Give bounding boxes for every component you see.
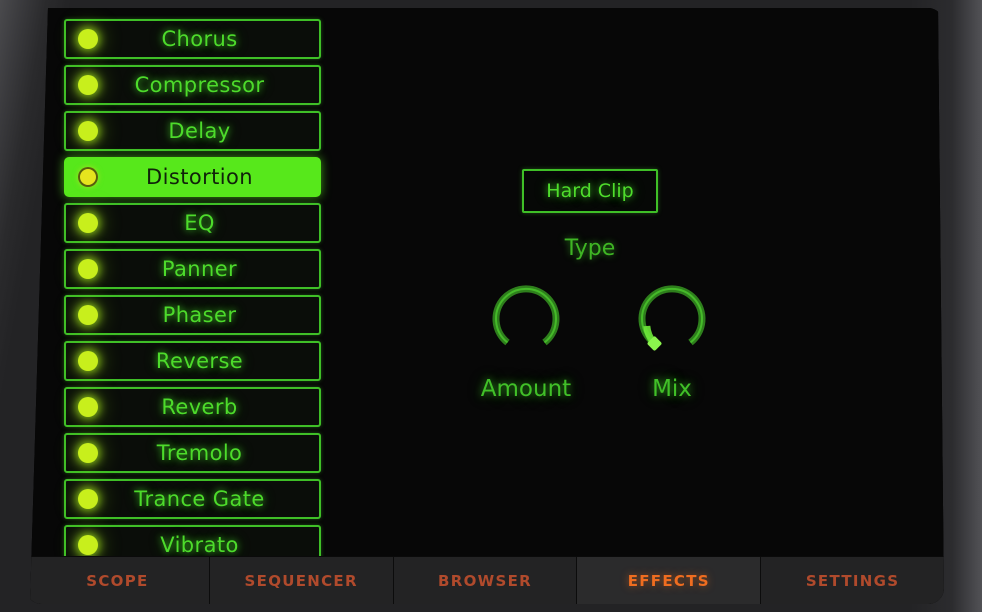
effects-list: Chorus Compressor Delay Distortion EQ Panner P… [64, 19, 321, 571]
knob-group-mix: Mix [612, 280, 732, 402]
effect-item-label: Trance Gate [134, 487, 265, 511]
tab-browser[interactable]: BROWSER [393, 557, 578, 604]
effect-item-label: Panner [161, 257, 238, 281]
effect-led-icon [78, 29, 98, 49]
effect-led-icon [78, 213, 98, 233]
parameter-panel: Hard Clip Type Amount Mix [356, 8, 944, 550]
tab-label: SCOPE [86, 571, 149, 590]
amount-knob[interactable] [486, 280, 566, 360]
effect-led-icon [78, 305, 98, 325]
effect-led-icon [78, 259, 98, 279]
tab-label: EFFECTS [627, 571, 710, 590]
effect-item-label: Delay [168, 119, 231, 143]
effect-led-icon [78, 351, 98, 371]
effect-led-icon [78, 489, 98, 509]
effect-led-icon [78, 121, 98, 141]
tab-sequencer[interactable]: SEQUENCER [209, 557, 394, 604]
effect-item-reverb[interactable]: Reverb [64, 387, 321, 427]
tab-scope[interactable]: SCOPE [30, 557, 210, 604]
device-bezel: Chorus Compressor Delay Distortion EQ Panner P… [0, 0, 982, 612]
mix-knob-label: Mix [652, 376, 692, 402]
screen-content: Chorus Compressor Delay Distortion EQ Panner P… [30, 8, 944, 604]
device-screen: Chorus Compressor Delay Distortion EQ Panner P… [30, 8, 944, 604]
effect-item-eq[interactable]: EQ [64, 203, 321, 243]
effect-item-chorus[interactable]: Chorus [64, 19, 321, 59]
tab-label: SETTINGS [805, 571, 900, 590]
type-select-button[interactable]: Hard Clip [522, 169, 658, 213]
effect-led-icon [78, 75, 98, 95]
effect-item-reverse[interactable]: Reverse [64, 341, 321, 381]
effect-led-icon [78, 167, 98, 187]
tab-effects[interactable]: EFFECTS [577, 557, 762, 604]
knob-group-amount: Amount [466, 280, 586, 402]
effect-item-label: Phaser [162, 303, 237, 327]
mix-knob[interactable] [632, 280, 712, 360]
tab-label: BROWSER [438, 571, 532, 590]
effect-item-compressor[interactable]: Compressor [64, 65, 321, 105]
type-label: Type [564, 236, 616, 261]
effect-item-label: Reverb [161, 395, 238, 419]
effect-item-label: Tremolo [156, 441, 243, 465]
effect-item-label: Compressor [134, 73, 265, 97]
effect-led-icon [78, 397, 98, 417]
type-select-value: Hard Clip [546, 180, 634, 202]
effect-item-label: Reverse [155, 349, 244, 373]
effect-item-label: EQ [184, 211, 215, 235]
effect-item-trance-gate[interactable]: Trance Gate [64, 479, 321, 519]
effect-item-distortion[interactable]: Distortion [64, 157, 321, 197]
effect-item-delay[interactable]: Delay [64, 111, 321, 151]
tab-bar: SCOPE SEQUENCER BROWSER EFFECTS SETTINGS [30, 556, 944, 604]
effect-led-icon [78, 443, 98, 463]
effect-item-panner[interactable]: Panner [64, 249, 321, 289]
effect-item-phaser[interactable]: Phaser [64, 295, 321, 335]
effect-item-label: Chorus [161, 27, 238, 51]
tab-settings[interactable]: SETTINGS [761, 557, 944, 604]
effect-item-label: Vibrato [160, 533, 239, 557]
effect-item-label: Distortion [146, 165, 253, 189]
effect-item-tremolo[interactable]: Tremolo [64, 433, 321, 473]
amount-knob-label: Amount [480, 376, 572, 402]
effect-led-icon [78, 535, 98, 555]
mix-knob-indicator [643, 325, 662, 351]
tab-label: SEQUENCER [244, 571, 358, 590]
